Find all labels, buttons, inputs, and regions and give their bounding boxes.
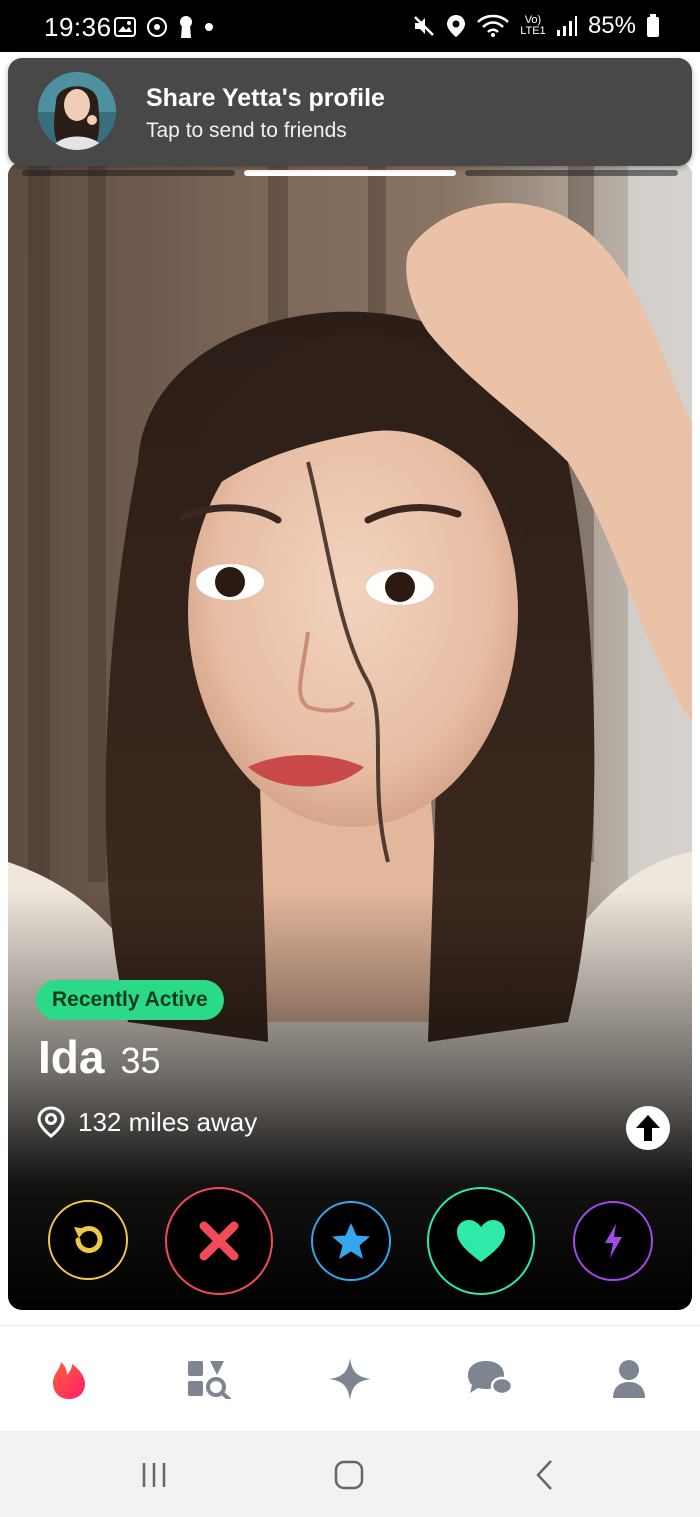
distance-text: 132 miles away [78, 1106, 258, 1137]
profile-name: Ida [38, 1031, 105, 1083]
heart-icon [457, 1220, 505, 1262]
rewind-button[interactable] [48, 1200, 128, 1280]
close-icon [199, 1221, 239, 1261]
distance-row: 132 miles away [36, 1106, 257, 1138]
flame-icon [53, 1362, 85, 1399]
star-icon [332, 1223, 370, 1259]
nope-button[interactable] [165, 1187, 273, 1295]
home-icon [334, 1460, 364, 1490]
battery-icon [647, 14, 659, 37]
recent-apps-icon [142, 1463, 166, 1487]
tab-discover[interactable] [44, 1354, 94, 1404]
explore-icon [188, 1361, 231, 1399]
status-notification-icons [114, 14, 214, 40]
tab-gold-home[interactable] [325, 1354, 375, 1404]
android-navigation-bar [0, 1431, 700, 1517]
lightning-icon [605, 1224, 622, 1258]
signal-icon [556, 16, 577, 36]
bottom-tab-bar [0, 1325, 700, 1432]
profile-icon [613, 1360, 645, 1398]
camera-notification-icon [147, 17, 167, 37]
battery-percent: 85% [587, 12, 636, 39]
like-button[interactable] [427, 1187, 535, 1295]
photo-progress-segment [465, 170, 679, 176]
share-avatar [38, 72, 116, 150]
share-banner-subtitle: Tap to send to friends [146, 119, 347, 142]
recent-apps-button[interactable] [124, 1455, 184, 1495]
dot-icon [205, 23, 213, 31]
profile-card[interactable]: Recently Active Ida 35 132 miles away [8, 162, 692, 1310]
tab-messages[interactable] [464, 1354, 514, 1404]
photo-progress-segment-active [243, 170, 457, 176]
name-row: Ida 35 [38, 1030, 161, 1084]
profile-age: 35 [120, 1040, 161, 1081]
mute-icon [414, 16, 434, 36]
sparkle-icon [329, 1358, 371, 1400]
location-pin-icon [37, 1106, 65, 1138]
photo-progress-segment [22, 170, 235, 176]
back-icon [536, 1460, 552, 1490]
wifi-icon [477, 14, 509, 37]
network-type: Vo) LTE1 [520, 14, 546, 37]
chat-icon [468, 1361, 514, 1396]
status-time: 19:36 [44, 12, 112, 42]
rewind-icon [74, 1226, 103, 1253]
boost-button[interactable] [573, 1201, 653, 1281]
back-button[interactable] [515, 1455, 575, 1495]
arrow-up-icon [636, 1115, 660, 1141]
keyhole-notification-icon [180, 16, 192, 38]
share-banner-title: Share Yetta's profile [146, 84, 385, 112]
tab-profile[interactable] [604, 1354, 654, 1404]
recently-active-badge: Recently Active [36, 980, 224, 1020]
tab-explore[interactable] [184, 1354, 234, 1404]
location-icon [446, 15, 465, 37]
share-profile-banner[interactable]: Share Yetta's profile Tap to send to fri… [8, 58, 692, 166]
status-bar: 19:36 Vo) LTE1 85% [0, 0, 700, 52]
image-notification-icon [114, 17, 136, 37]
home-button[interactable] [319, 1455, 379, 1495]
status-system-icons: Vo) LTE1 85% [412, 12, 660, 40]
open-profile-button[interactable] [626, 1106, 670, 1150]
super-like-button[interactable] [311, 1201, 391, 1281]
photo-progress-bar [22, 170, 679, 176]
